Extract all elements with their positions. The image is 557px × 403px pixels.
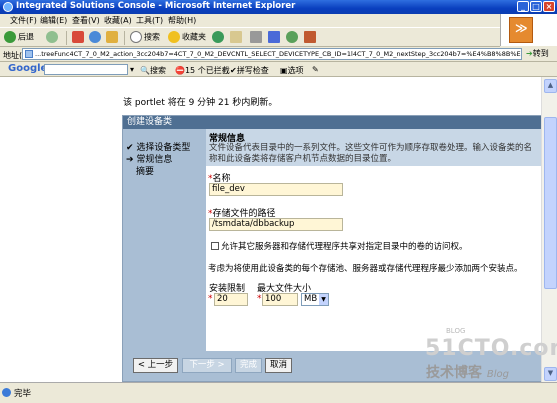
edit-icon [268,31,280,43]
step-summary: 摘要 [136,167,155,177]
refresh-button[interactable] [89,31,103,45]
menu-file[interactable]: 文件(F) [10,15,37,26]
options-button[interactable]: ▣选项 [280,65,304,76]
mail-button[interactable] [230,31,244,45]
forward-arrow-icon [46,31,58,43]
back-arrow-icon [4,31,16,43]
menu-view[interactable]: 查看(V) [72,15,100,26]
wizard-main: 常规信息 文件设备代表目录中的一系列文件。这些文件可作为顺序存取卷处理。输入设备… [206,129,541,351]
finish-button[interactable]: 完成 [235,358,262,373]
watermark-sub: BLOG [446,327,466,335]
search-button[interactable]: 搜索 [130,31,160,45]
popup-blocker-button[interactable]: ⛔15 个已拦截 [175,65,230,76]
google-search-input[interactable] [44,64,128,75]
size-unit-value: MB [304,294,318,304]
popup-blocker-icon: ⛔ [175,66,185,75]
printer-icon [250,31,262,43]
spellcheck-icon: ✔ [230,66,237,75]
watermark-blog: 技术博客 Blog [426,365,509,381]
cancel-button[interactable]: 取消 [265,358,292,373]
refresh-message: 该 portlet 将在 9 分钟 21 秒内刷新。 [123,98,278,108]
wizard-title: 创建设备类 [123,116,541,129]
toolbar-separator [66,31,67,45]
go-arrow-icon: ➔ [526,49,533,58]
share-checkbox[interactable] [211,242,219,250]
history-button[interactable] [212,31,226,45]
forward-button[interactable] [46,31,60,45]
mount-limit-field[interactable]: 20 [214,293,248,306]
maximize-button[interactable]: □ [530,1,542,12]
next-step-button[interactable]: 下一步 > [182,358,232,373]
share-label: 允许其它服务器和存储代理程序共享对指定目录中的卷的访问权。 [221,242,468,252]
address-bar: 地址(D) ...treeFunc4CT_7_0_M2_action_3cc20… [0,47,557,62]
mount-note: 考虑为将使用此设备类的每个存储池、服务器或存储代理程序最少添加两个安装点。 [208,264,523,274]
favorites-button[interactable]: 收藏夹 [168,31,206,45]
wizard-steps: ✔ 选择设备类型 ➔ 常规信息 摘要 [123,129,206,351]
toolbar: 后退 搜索 收藏夹 [0,27,500,47]
status-bar: 完毕 [0,382,557,403]
back-button[interactable]: 后退 [4,31,34,45]
scrollbar-thumb[interactable] [544,117,557,289]
research-button[interactable] [304,31,318,45]
toolbar-separator [124,31,125,45]
google-search-icon: 🔍 [140,66,150,75]
page-done-icon [2,388,11,397]
directory-field[interactable]: /tsmdata/dbbackup [209,218,343,231]
name-field[interactable]: file_dev [209,183,343,196]
edit-button[interactable] [268,31,282,45]
stop-button[interactable] [72,31,86,45]
google-search-button[interactable]: 🔍搜索 [140,65,166,76]
chevron-down-icon: ▼ [319,294,328,305]
brand-logo-icon: ≫ [509,17,533,43]
mount-limit-required: * [208,294,213,304]
google-logo: Google [8,63,48,74]
ie-logo-icon [3,2,13,12]
go-button[interactable]: ➔转到 [526,48,556,60]
menu-edit[interactable]: 编辑(E) [40,15,67,26]
home-icon [106,31,118,43]
back-step-button[interactable]: < 上一步 [133,358,178,373]
google-toolbar: Google ▾ 🔍搜索 ⛔15 个已拦截 ✔拼写检查 ▣选项 ✎ [0,62,557,77]
menu-help[interactable]: 帮助(H) [168,15,196,26]
window-title: Integrated Solutions Console - Microsoft… [16,1,296,11]
messenger-icon [286,31,298,43]
stop-icon [72,31,84,43]
scroll-down-icon[interactable]: ▼ [544,367,557,381]
watermark-site: 51CTO.com [425,336,557,361]
spellcheck-button[interactable]: ✔拼写检查 [230,65,269,76]
section-header: 常规信息 文件设备代表目录中的一系列文件。这些文件可作为顺序存取卷处理。输入设备… [206,129,541,166]
page-icon [25,50,33,58]
home-button[interactable] [106,31,120,45]
print-button[interactable] [250,31,264,45]
max-file-size-field[interactable]: 100 [262,293,298,306]
size-unit-select[interactable]: MB ▼ [301,293,329,306]
title-bar: Integrated Solutions Console - Microsoft… [0,0,557,14]
scroll-up-icon[interactable]: ▲ [544,79,557,93]
pencil-icon[interactable]: ✎ [312,65,319,74]
messenger-button[interactable] [286,31,300,45]
refresh-icon [89,31,101,43]
menu-favorites[interactable]: 收藏(A) [104,15,132,26]
max-file-size-required: * [257,294,262,304]
section-description: 文件设备代表目录中的一系列文件。这些文件可作为顺序存取卷处理。输入设备类的名称和… [209,143,533,164]
research-icon [304,31,316,43]
search-icon [130,31,142,43]
address-input[interactable]: ...treeFunc4CT_7_0_M2_action_3cc204b7=4C… [22,48,522,60]
google-dropdown-icon[interactable]: ▾ [130,65,134,74]
address-url: ...treeFunc4CT_7_0_M2_action_3cc204b7=4C… [35,50,521,58]
menu-bar: 文件(F) 编辑(E) 查看(V) 收藏(A) 工具(T) 帮助(H) [0,14,520,27]
star-icon [168,31,180,43]
throbber: ≫ [500,14,557,46]
options-icon: ▣ [280,66,288,75]
status-text: 完毕 [14,389,32,399]
close-button[interactable]: × [543,1,555,12]
menu-tools[interactable]: 工具(T) [136,15,163,26]
history-icon [212,31,224,43]
minimize-button[interactable]: _ [517,1,529,12]
mail-icon [230,31,242,43]
